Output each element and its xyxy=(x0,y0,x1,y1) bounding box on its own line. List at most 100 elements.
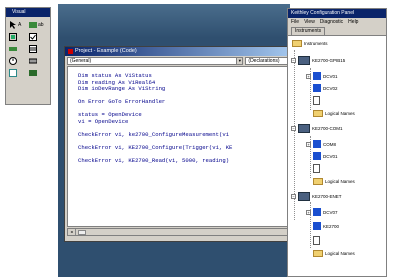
listbox-icon xyxy=(29,45,37,53)
tool-label: ab xyxy=(38,22,44,28)
tool-drive[interactable] xyxy=(29,56,47,66)
frame-icon xyxy=(9,33,17,41)
tree-item[interactable]: + DCV07 xyxy=(306,208,338,216)
instrument-icon xyxy=(298,192,310,201)
mdi-toolbar-strip xyxy=(58,4,290,38)
tree-item[interactable]: + DCV01 xyxy=(306,72,338,80)
configuration-panel: Keithley Configuration Panel File View D… xyxy=(287,8,387,277)
object-combo[interactable]: (General) ▼ xyxy=(67,57,244,65)
procedure-combo[interactable]: (Declarations) xyxy=(245,57,293,65)
card-icon xyxy=(313,236,320,245)
code-window-titlebar[interactable]: Project - Example (Code) xyxy=(65,47,295,56)
tree-group[interactable]: − KE2700-COM1 xyxy=(291,124,343,133)
channel-icon xyxy=(313,208,321,216)
menu-file[interactable]: File xyxy=(291,18,299,26)
collapse-icon[interactable]: − xyxy=(291,126,296,131)
label-icon xyxy=(29,22,37,28)
procedure-combo-value: (Declarations) xyxy=(248,58,280,64)
tree-item[interactable] xyxy=(313,96,320,105)
tree-label: Logical Names xyxy=(325,251,355,256)
folder-icon xyxy=(292,40,302,47)
toolbox-title: Visual xyxy=(6,8,50,17)
toolbox-window: Visual A ab xyxy=(5,7,51,105)
tool-data[interactable] xyxy=(29,68,47,78)
code-line: CheckError vi, KE2700_Read(vi, 5000, rea… xyxy=(78,156,230,164)
timer-icon xyxy=(9,57,17,65)
tool-pointer[interactable]: A xyxy=(9,20,27,30)
tool-image[interactable] xyxy=(9,68,27,78)
folder-icon xyxy=(313,250,323,257)
object-combo-value: (General) xyxy=(70,58,92,64)
menu-bar: File View Diagnostic Help xyxy=(288,18,386,26)
horizontal-scrollbar[interactable]: ◂ xyxy=(67,228,293,236)
channel-icon xyxy=(313,72,321,80)
channel-icon xyxy=(313,222,321,230)
checkbox-icon xyxy=(29,33,37,41)
tree-label: Logical Names xyxy=(325,179,355,184)
tool-combobox[interactable] xyxy=(9,44,27,54)
expand-icon[interactable]: + xyxy=(306,73,311,79)
tree-item[interactable]: DCV02 xyxy=(313,84,338,92)
code-editor[interactable]: Dim status As ViStatus Dim reading As Vi… xyxy=(67,66,293,227)
tool-label: A xyxy=(18,22,22,28)
channel-icon xyxy=(313,84,321,92)
tree-root[interactable]: Instruments xyxy=(292,40,328,47)
tree-label: KE2700-GPIB15 xyxy=(312,58,346,63)
tree-item[interactable]: + COM8 xyxy=(306,140,336,148)
tree-group[interactable]: − KE2700-ENET xyxy=(291,192,342,201)
tool-timer[interactable] xyxy=(9,56,27,66)
code-window[interactable]: Project - Example (Code) (General) ▼ (De… xyxy=(64,46,296,242)
tree-label: KE2700-ENET xyxy=(312,194,342,199)
folder-icon xyxy=(313,110,323,117)
scroll-left-icon[interactable]: ◂ xyxy=(68,229,76,235)
menu-diagnostic[interactable]: Diagnostic xyxy=(320,18,343,26)
tree-item[interactable]: KE2700 xyxy=(313,222,339,230)
tree-label: Instruments xyxy=(304,41,328,46)
tree-label: Logical Names xyxy=(325,111,355,116)
tool-checkbox[interactable] xyxy=(29,32,47,42)
tree-label: DCV01 xyxy=(323,73,338,79)
data-icon xyxy=(29,70,37,76)
tab-instruments[interactable]: Instruments xyxy=(291,27,326,35)
scroll-thumb[interactable] xyxy=(78,230,86,235)
tool-frame[interactable] xyxy=(9,32,27,42)
image-icon xyxy=(9,69,17,77)
tree-label: KE2700 xyxy=(323,223,340,229)
tree-label: DCV02 xyxy=(323,85,338,91)
menu-help[interactable]: Help xyxy=(348,18,358,26)
tool-listbox[interactable] xyxy=(29,44,47,54)
card-icon xyxy=(313,164,320,173)
combobox-icon xyxy=(9,47,17,51)
panel-title: Keithley Configuration Panel xyxy=(288,9,386,18)
pointer-icon xyxy=(10,21,16,29)
expand-icon[interactable]: + xyxy=(306,209,311,215)
drive-icon xyxy=(29,58,37,64)
tree-item[interactable]: Logical Names xyxy=(313,250,355,257)
folder-icon xyxy=(313,178,323,185)
tree-item[interactable] xyxy=(313,236,320,245)
tab-strip: Instruments xyxy=(288,26,386,36)
instrument-icon xyxy=(298,56,310,65)
instrument-icon xyxy=(298,124,310,133)
menu-view[interactable]: View xyxy=(304,18,315,26)
tree-item[interactable]: Logical Names xyxy=(313,110,355,117)
code-window-title: Project - Example (Code) xyxy=(75,48,137,54)
instrument-tree[interactable]: Instruments − KE2700-GPIB15 + DCV01 DCV0… xyxy=(288,36,386,276)
tree-item[interactable]: Logical Names xyxy=(313,178,355,185)
tree-label: DCV01 xyxy=(323,153,338,159)
channel-icon xyxy=(313,152,321,160)
channel-icon xyxy=(313,140,321,148)
collapse-icon[interactable]: − xyxy=(291,58,296,63)
card-icon xyxy=(313,96,320,105)
tree-label: COM8 xyxy=(323,141,337,147)
project-icon xyxy=(68,49,73,54)
tree-group[interactable]: − KE2700-GPIB15 xyxy=(291,56,345,65)
tree-item[interactable] xyxy=(313,164,320,173)
chevron-down-icon[interactable]: ▼ xyxy=(236,58,243,64)
tree-item[interactable]: DCV01 xyxy=(313,152,338,160)
tool-label-control[interactable]: ab xyxy=(29,20,47,30)
collapse-icon[interactable]: − xyxy=(291,194,296,199)
tree-label: DCV07 xyxy=(323,209,338,215)
tree-label: KE2700-COM1 xyxy=(312,126,343,131)
expand-icon[interactable]: + xyxy=(306,141,311,147)
